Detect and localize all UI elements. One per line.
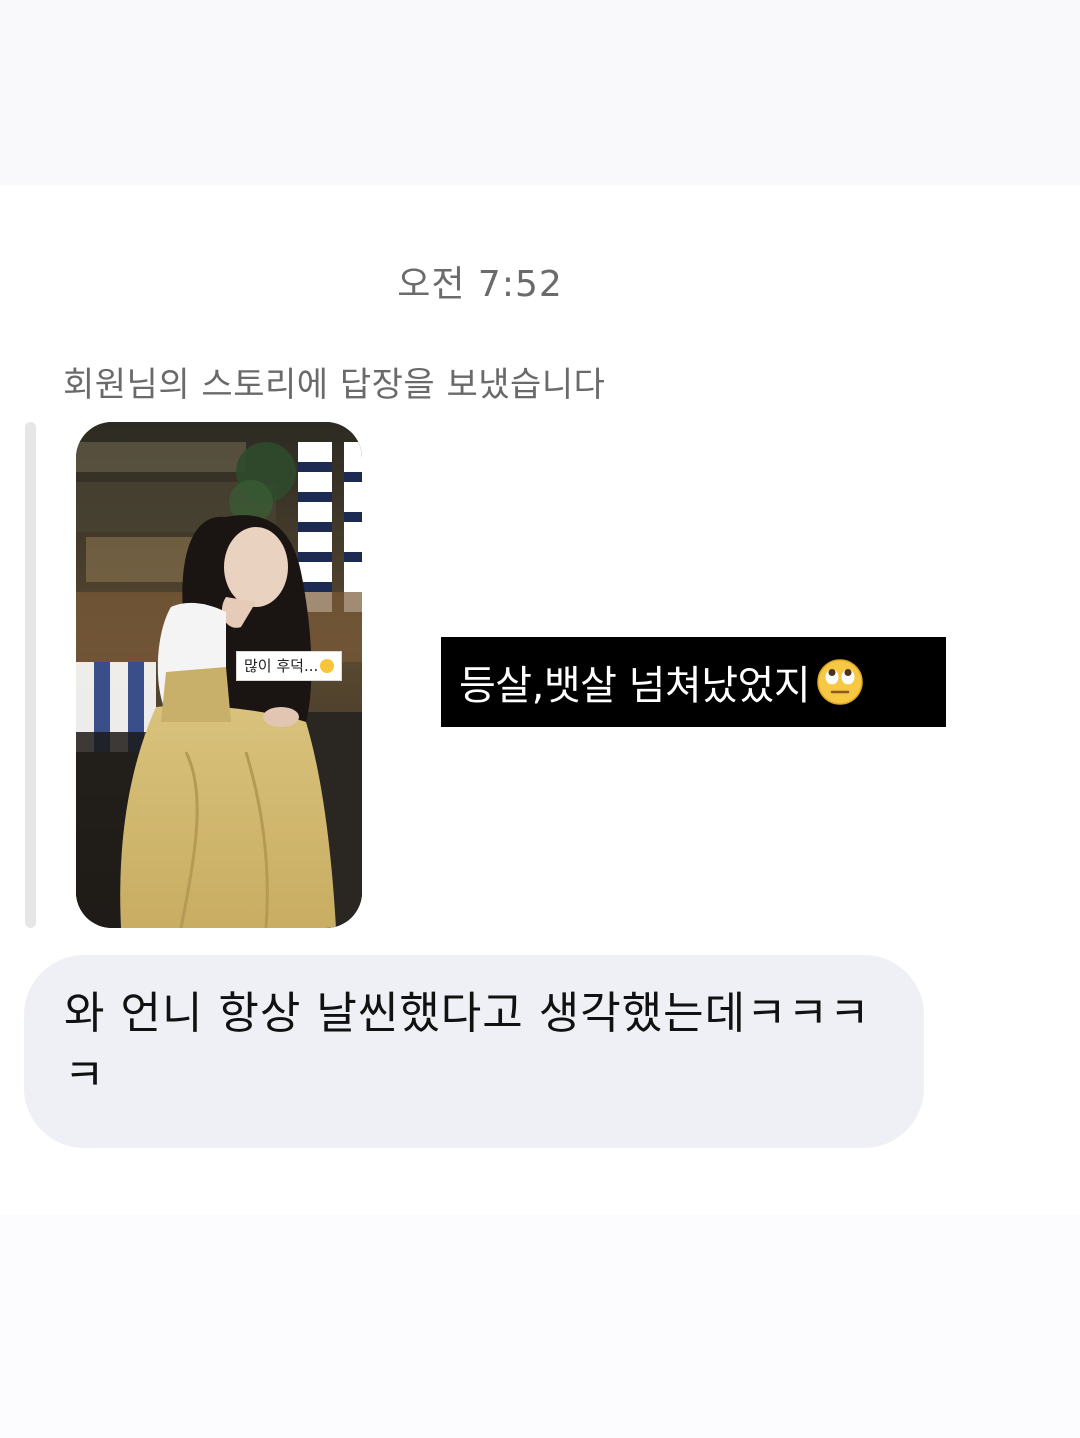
message-bubble[interactable]: 와 언니 항상 날씬했다고 생각했는데ㅋㅋㅋㅋ (24, 955, 924, 1148)
reply-quote-bar (25, 422, 36, 928)
footer-area (0, 1215, 1080, 1438)
message-text: 와 언니 항상 날씬했다고 생각했는데ㅋㅋㅋㅋ (64, 988, 871, 1101)
message-timestamp: 오전 7:52 (397, 264, 563, 305)
smirk-emoji-icon (320, 659, 335, 673)
header-area (0, 0, 1080, 185)
roll-eyes-emoji-icon (817, 659, 863, 705)
story-caption-text: 등살,뱃살 넘쳐났었지 (459, 663, 811, 709)
story-caption: 등살,뱃살 넘쳐났었지 (441, 637, 946, 727)
story-sticker-text: 많이 후덕... (244, 657, 319, 675)
story-reply-notice: 회원님의 스토리에 답장을 보냈습니다 (63, 365, 606, 405)
story-sticker: 많이 후덕... (236, 651, 343, 681)
